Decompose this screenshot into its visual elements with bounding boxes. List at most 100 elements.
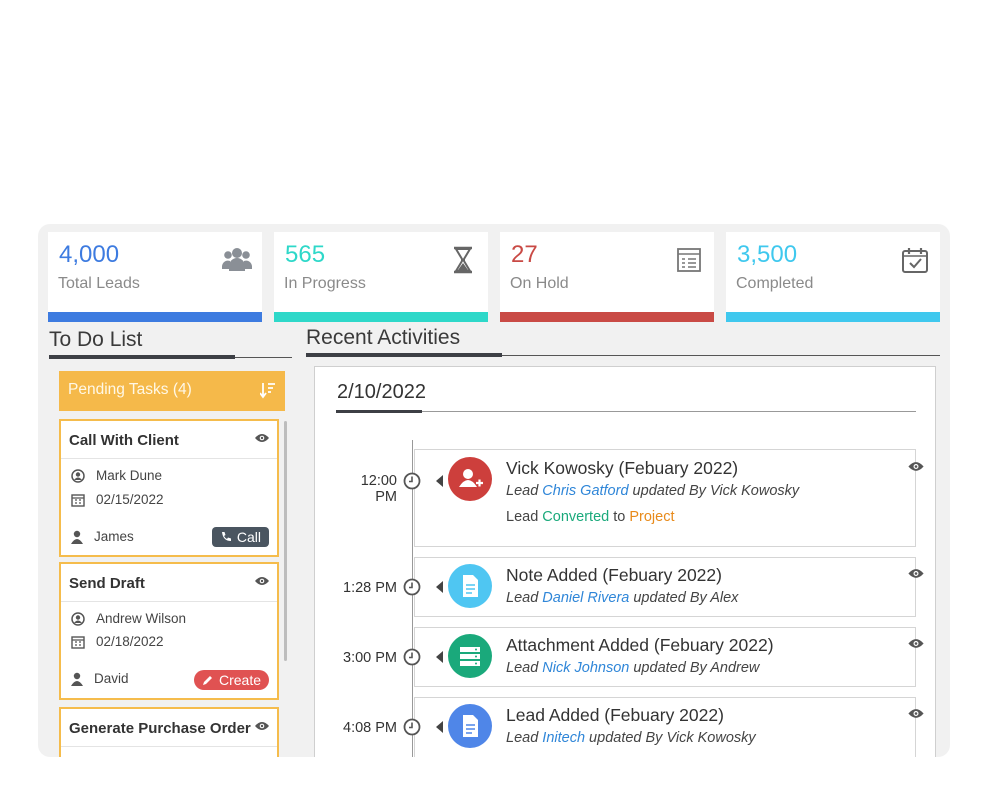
stat-value: 3,500	[737, 241, 798, 268]
detail-prefix: Lead	[506, 483, 543, 499]
stat-card-completed[interactable]: 3,500 Completed	[726, 232, 940, 322]
clock-icon	[403, 648, 421, 666]
activity-time: 1:28 PM	[343, 580, 397, 596]
lead-link[interactable]: Daniel Rivera	[542, 590, 629, 606]
detail-suffix: updated By Vick Kowosky	[628, 483, 800, 499]
task-date-text: 02/15/2022	[96, 492, 164, 507]
todo-scrollbar[interactable]	[284, 421, 287, 661]
avatar	[448, 457, 492, 501]
task-card[interactable]: Send Draft Andrew Wilson 02/18/2022 Davi…	[59, 562, 279, 700]
detail-suffix: updated By Vick Kowosky	[585, 730, 756, 746]
stat-card-total-leads[interactable]: 4,000 Total Leads	[48, 232, 262, 322]
date-underline	[336, 410, 422, 413]
status-converted: Converted	[542, 509, 610, 525]
stat-bar	[48, 312, 262, 322]
stat-card-in-progress[interactable]: 565 In Progress	[274, 232, 488, 322]
lead-link[interactable]: Nick Johnson	[542, 660, 629, 676]
calendar-check-icon	[902, 248, 928, 273]
stat-bar	[274, 312, 488, 322]
timeline-pointer	[436, 581, 443, 593]
eye-icon[interactable]	[907, 567, 925, 580]
activity-title: Attachment Added (Febuary 2022)	[506, 635, 774, 655]
stat-label: On Hold	[510, 275, 569, 292]
document-icon	[463, 575, 478, 597]
timeline-pointer	[436, 721, 443, 733]
activity-detail: Lead Chris Gatford updated By Vick Kowos…	[506, 483, 799, 499]
task-contact-name: Andrew Wilson	[96, 611, 187, 626]
status-project: Project	[629, 509, 675, 525]
activity-date: 2/10/2022	[337, 381, 426, 403]
call-button-label: Call	[236, 529, 261, 545]
task-card[interactable]: Call With Client Mark Dune 02/15/2022 Ja…	[59, 419, 279, 557]
stat-value: 4,000	[59, 241, 120, 268]
detail-prefix: Lead	[506, 730, 543, 746]
call-button[interactable]: Call	[211, 527, 269, 547]
activity-detail: Lead Initech updated By Vick Kowosky	[506, 730, 756, 746]
document-icon	[463, 715, 478, 737]
eye-icon[interactable]	[254, 432, 270, 444]
sort-icon[interactable]	[260, 381, 276, 399]
task-assignee: David	[71, 671, 129, 686]
activity-detail: Lead Daniel Rivera updated By Alex	[506, 590, 738, 606]
task-contact: Andrew Wilson	[71, 611, 186, 626]
detail-prefix: Lead	[506, 590, 543, 606]
eye-icon[interactable]	[907, 637, 925, 650]
stat-label: Total Leads	[58, 275, 140, 292]
detail-suffix: updated By Alex	[629, 590, 739, 606]
lead-link[interactable]: Chris Gatford	[542, 483, 628, 499]
status-mid: to	[609, 509, 630, 525]
activity-title: Lead Added (Febuary 2022)	[506, 705, 724, 725]
activities-box: 2/10/2022 12:00 PM Vick Kowosky (Febuary…	[314, 366, 936, 757]
person-icon	[71, 530, 83, 544]
dashboard-panel: 4,000 Total Leads 565 In Progress 27 On …	[38, 224, 950, 757]
task-title-text: Generate Purchase Order	[69, 720, 251, 737]
task-date: 02/18/2022	[71, 634, 164, 649]
create-button[interactable]: Create	[193, 670, 269, 690]
activity-title: Vick Kowosky (Febuary 2022)	[506, 458, 739, 478]
timeline-pointer	[436, 651, 443, 663]
stat-value: 565	[285, 241, 326, 268]
stat-card-on-hold[interactable]: 27 On Hold	[500, 232, 714, 322]
status-prefix: Lead	[506, 509, 543, 525]
task-assignee-name: David	[94, 671, 129, 686]
date-divider	[336, 411, 916, 412]
recent-underline	[306, 353, 502, 357]
todo-title: To Do List	[49, 328, 143, 351]
eye-icon[interactable]	[254, 575, 270, 587]
add-user-icon	[459, 469, 483, 487]
pending-tasks-label: Pending Tasks (4)	[68, 381, 192, 398]
lead-link[interactable]: Initech	[542, 730, 585, 746]
pencil-icon	[202, 676, 212, 685]
task-title-text: Call With Client	[69, 432, 179, 449]
checklist-icon	[677, 248, 701, 272]
pending-tasks-header[interactable]: Pending Tasks (4)	[59, 371, 285, 411]
eye-icon[interactable]	[907, 707, 925, 720]
task-title: Call With Client	[61, 421, 277, 459]
eye-icon[interactable]	[254, 720, 270, 732]
activity-time: 12:00 PM	[360, 473, 397, 505]
timeline-pointer	[436, 475, 443, 487]
recent-activities-title: Recent Activities	[306, 326, 461, 349]
calendar-icon	[71, 635, 85, 649]
user-circle-icon	[71, 611, 85, 626]
avatar	[448, 564, 492, 608]
users-icon	[222, 248, 252, 271]
eye-icon[interactable]	[907, 460, 925, 473]
avatar	[448, 634, 492, 678]
task-contact: Mark Dune	[71, 468, 162, 483]
avatar	[448, 704, 492, 748]
task-date-text: 02/18/2022	[96, 634, 164, 649]
clock-icon	[403, 578, 421, 596]
stat-bar	[500, 312, 714, 322]
phone-icon	[221, 532, 231, 541]
task-date: 02/15/2022	[71, 492, 164, 507]
clock-icon	[403, 472, 421, 490]
task-card[interactable]: Generate Purchase Order	[59, 707, 279, 757]
activity-title: Note Added (Febuary 2022)	[506, 565, 722, 585]
clock-icon	[403, 718, 421, 736]
task-assignee: James	[71, 529, 134, 544]
stat-bar	[726, 312, 940, 322]
stat-value: 27	[511, 241, 538, 268]
hourglass-icon	[454, 246, 472, 274]
stat-label: In Progress	[284, 275, 366, 292]
